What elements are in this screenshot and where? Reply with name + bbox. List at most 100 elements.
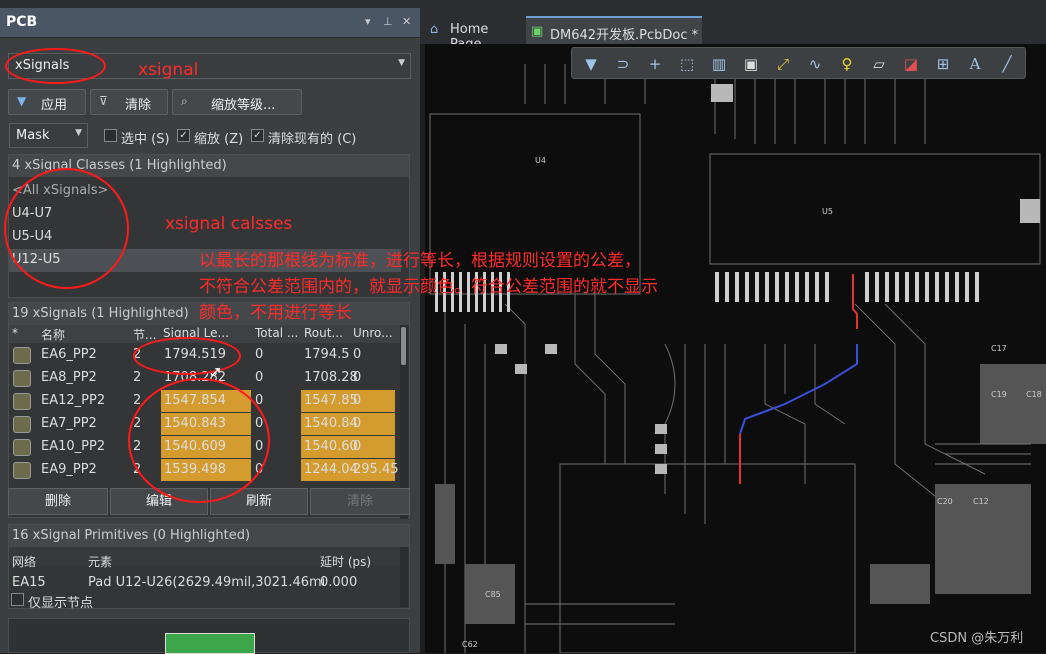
signal-color-swatch[interactable]	[13, 462, 31, 479]
pcb-doc-icon: ▣	[531, 24, 544, 39]
board-label: C85	[485, 590, 501, 599]
annotation-classes: xsignal calsses	[165, 214, 293, 234]
watermark: CSDN @朱万利	[930, 631, 1024, 646]
only-nodes-checkbox[interactable]	[11, 593, 24, 606]
signal-name: EA8_PP2	[41, 370, 97, 385]
signal-color-swatch[interactable]	[13, 393, 31, 410]
select-rect-icon[interactable]: ⬚	[676, 53, 698, 75]
dimension-icon[interactable]: ⊞	[932, 53, 954, 75]
primitives-header-text: 16 xSignal Primitives (0 Highlighted)	[12, 528, 251, 543]
signal-color-swatch[interactable]	[13, 416, 31, 433]
signal-total: 0	[255, 347, 264, 362]
line-icon[interactable]: ╱	[996, 53, 1018, 75]
clear-button[interactable]: ⊽ 清除	[90, 89, 168, 115]
mouse-cursor-icon: ➚	[209, 362, 223, 381]
signal-unrouted: 0	[353, 370, 362, 385]
chip-icon[interactable]: ▣	[740, 53, 762, 75]
arc-icon[interactable]: ◪	[900, 53, 922, 75]
signal-unrouted: 295.45	[353, 462, 399, 477]
scroll-thumb[interactable]	[401, 327, 406, 365]
annotation-note-line: 以最长的那根线为标准，进行等长，根据规则设置的公差，	[199, 251, 641, 271]
col-star[interactable]: *	[12, 326, 18, 340]
zoom-checkbox-label: 缩放 (Z)	[194, 132, 244, 147]
route-icon[interactable]: ⊃	[612, 53, 634, 75]
add-icon[interactable]: +	[644, 53, 666, 75]
close-icon[interactable]: ✕	[402, 15, 411, 28]
signal-routed: 1540.60	[304, 439, 358, 454]
clear-existing-checkbox-label: 清除现有的 (C)	[268, 132, 357, 147]
pin-icon[interactable]: ⊥	[383, 15, 393, 28]
signal-color-swatch[interactable]	[13, 347, 31, 364]
tab-label: DM642开发板.PcbDoc *	[550, 28, 699, 43]
panel-menu-icon[interactable]: ▾	[365, 15, 371, 28]
board-label: U5	[822, 207, 833, 216]
filter-icon[interactable]: ▼	[580, 53, 602, 75]
signal-name: EA7_PP2	[41, 416, 97, 431]
annotation-xsignal: xsignal	[138, 60, 199, 80]
col-net[interactable]: 网络	[12, 553, 36, 570]
clear-label: 清除	[125, 98, 152, 113]
primitives-scrollbar[interactable]	[400, 547, 408, 607]
pcb-panel: PCB ▾ ⊥ ✕ xSignals ▼ ▼ 应用 ⊽ 清除 ⌕ 缩放等级...…	[0, 8, 420, 654]
tab-home-page[interactable]: ⌂ Home Page	[426, 16, 522, 52]
tab-pcb-document[interactable]: ▣ DM642开发板.PcbDoc *	[526, 16, 702, 44]
annotation-note-line: 颜色，不用进行等长	[199, 303, 352, 323]
primitive-net: EA15	[12, 575, 46, 590]
text-icon[interactable]: A	[964, 53, 986, 75]
apply-button[interactable]: ▼ 应用	[8, 89, 86, 115]
board-label: C18	[1026, 390, 1042, 399]
zoom-checkbox[interactable]: ✓	[177, 129, 190, 142]
board-preview-thumbnail	[165, 633, 255, 654]
zoom-level-button[interactable]: ⌕ 缩放等级...	[172, 89, 302, 115]
signal-unrouted: 0	[353, 416, 362, 431]
clear-list-button[interactable]: 清除	[310, 488, 410, 515]
primitives-header: 16 xSignal Primitives (0 Highlighted)	[9, 525, 409, 547]
col-unrouted[interactable]: Unro...	[353, 326, 393, 340]
board-label: U4	[535, 156, 546, 165]
signal-routed: 1244.04	[304, 462, 358, 477]
select-checkbox-label: 选中 (S)	[121, 132, 170, 147]
signal-routed: 1708.28	[304, 370, 358, 385]
clear-existing-checkbox[interactable]: ✓	[251, 129, 264, 142]
signal-routed: 1547.85	[304, 393, 358, 408]
layer-icon[interactable]: ▱	[868, 53, 890, 75]
signal-unrouted: 0	[353, 393, 362, 408]
signal-routed: 1794.5	[304, 347, 350, 362]
annotation-ellipse	[128, 378, 270, 503]
annotation-ellipse	[133, 337, 241, 375]
col-delay[interactable]: 延时 (ps)	[320, 553, 371, 570]
signal-color-swatch[interactable]	[13, 439, 31, 456]
clear-filter-icon: ⊽	[99, 94, 108, 108]
interactive-route-icon[interactable]: ⤢	[772, 53, 794, 75]
document-tab-bar: ⌂ Home Page ▣ DM642开发板.PcbDoc *	[420, 8, 1046, 52]
board-label: C20	[937, 497, 953, 506]
primitives-column-headers: 网络 元素 延时 (ps)	[9, 547, 401, 569]
col-routed[interactable]: Rout...	[304, 326, 343, 340]
zoom-level-label: 缩放等级...	[211, 98, 276, 113]
mode-value: Mask	[16, 128, 50, 143]
board-label: C19	[991, 390, 1007, 399]
col-element[interactable]: 元素	[88, 553, 112, 570]
select-checkbox[interactable]	[104, 129, 117, 142]
col-name[interactable]: 名称	[41, 326, 65, 343]
board-label: C17	[991, 344, 1007, 353]
apply-label: 应用	[41, 98, 68, 113]
signal-color-swatch[interactable]	[13, 370, 31, 387]
col-total[interactable]: Total ...	[255, 326, 298, 340]
annotation-note-line: 不符合公差范围内的，就显示颜色。符合公差范围的就不显示	[199, 277, 658, 297]
chevron-down-icon: ▼	[398, 58, 405, 68]
signal-routed: 1540.84	[304, 416, 358, 431]
bulb-icon[interactable]: ♀	[836, 53, 858, 75]
pcb-canvas[interactable]: U5 U4 C19 C17 C18 C12 C85 C62 C20	[425, 44, 1046, 653]
primitive-element: Pad U12-U26(2629.49mil,3021.46mi	[88, 575, 326, 590]
diff-pair-icon[interactable]: ∿	[804, 53, 826, 75]
signal-nodes: 2	[133, 370, 142, 385]
active-bar-toolbar: ▼ ⊃ + ⬚ ▥ ▣ ⤢ ∿ ♀ ▱ ◪ ⊞ A ╱	[571, 47, 1026, 79]
home-icon: ⌂	[430, 22, 439, 37]
signal-unrouted: 0	[353, 347, 362, 362]
chart-icon[interactable]: ▥	[708, 53, 730, 75]
menu-bar	[0, 0, 1046, 8]
mode-select[interactable]: Mask ▼	[9, 123, 88, 148]
delete-button[interactable]: 删除	[8, 488, 108, 515]
chevron-down-icon: ▼	[75, 128, 82, 138]
